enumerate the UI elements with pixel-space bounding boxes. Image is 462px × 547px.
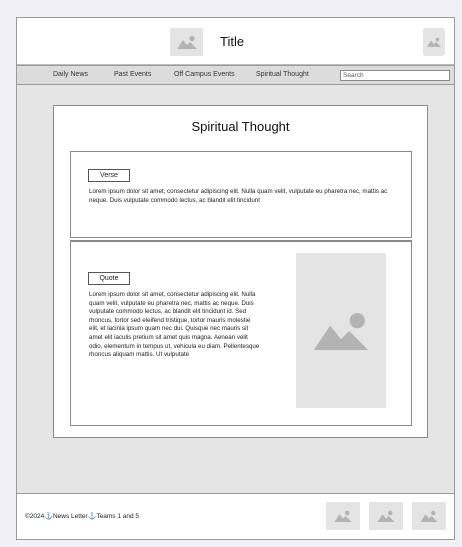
image-placeholder-icon [420, 510, 438, 522]
content-card: Spiritual Thought Verse Lorem ipsum dolo… [53, 105, 428, 438]
page-title: Spiritual Thought [191, 119, 290, 134]
newsletter-link[interactable]: News Letter [53, 513, 88, 520]
verse-text: Lorem ipsum dolor sit amet, consectetur … [89, 188, 388, 204]
teams-link[interactable]: Teams 1 and 5 [96, 513, 139, 520]
anchor-icon: ⚓ [44, 513, 53, 520]
footer-social-image-3[interactable] [412, 502, 446, 530]
quote-image [296, 253, 386, 408]
image-placeholder-icon [427, 37, 441, 47]
footer-text: ©2024⚓News Letter⚓Teams 1 and 5 [25, 512, 139, 520]
copyright-text: ©2024 [25, 513, 45, 520]
site-header: Title [17, 18, 454, 65]
quote-panel: Quote Lorem ipsum dolor sit amet, consec… [70, 240, 412, 426]
image-placeholder-icon [377, 510, 395, 522]
verse-panel: Verse Lorem ipsum dolor sit amet, consec… [70, 151, 412, 238]
nav-item-off-campus-events[interactable]: Off Campus Events [174, 71, 235, 78]
footer-social-image-2[interactable] [369, 502, 403, 530]
nav-item-spiritual-thought[interactable]: Spiritual Thought [256, 71, 309, 78]
search-input[interactable]: Search [340, 70, 450, 81]
image-placeholder-icon [313, 312, 369, 350]
header-logo-image [170, 28, 203, 56]
header-corner-image[interactable] [423, 28, 445, 56]
verse-tag: Verse [88, 169, 130, 182]
site-footer: ©2024⚓News Letter⚓Teams 1 and 5 [17, 493, 454, 539]
nav-item-daily-news[interactable]: Daily News [53, 71, 88, 78]
page-frame: Title Daily News Past Events Off Campus … [16, 17, 455, 540]
quote-text: Lorem ipsum dolor sit amet, consectetur … [89, 291, 260, 359]
image-placeholder-icon [176, 35, 197, 49]
image-placeholder-icon [334, 510, 352, 522]
nav-item-past-events[interactable]: Past Events [114, 71, 151, 78]
main-nav: Daily News Past Events Off Campus Events… [17, 65, 454, 85]
site-title: Title [220, 34, 245, 49]
footer-social-image-1[interactable] [326, 502, 360, 530]
quote-tag: Quote [88, 272, 130, 285]
